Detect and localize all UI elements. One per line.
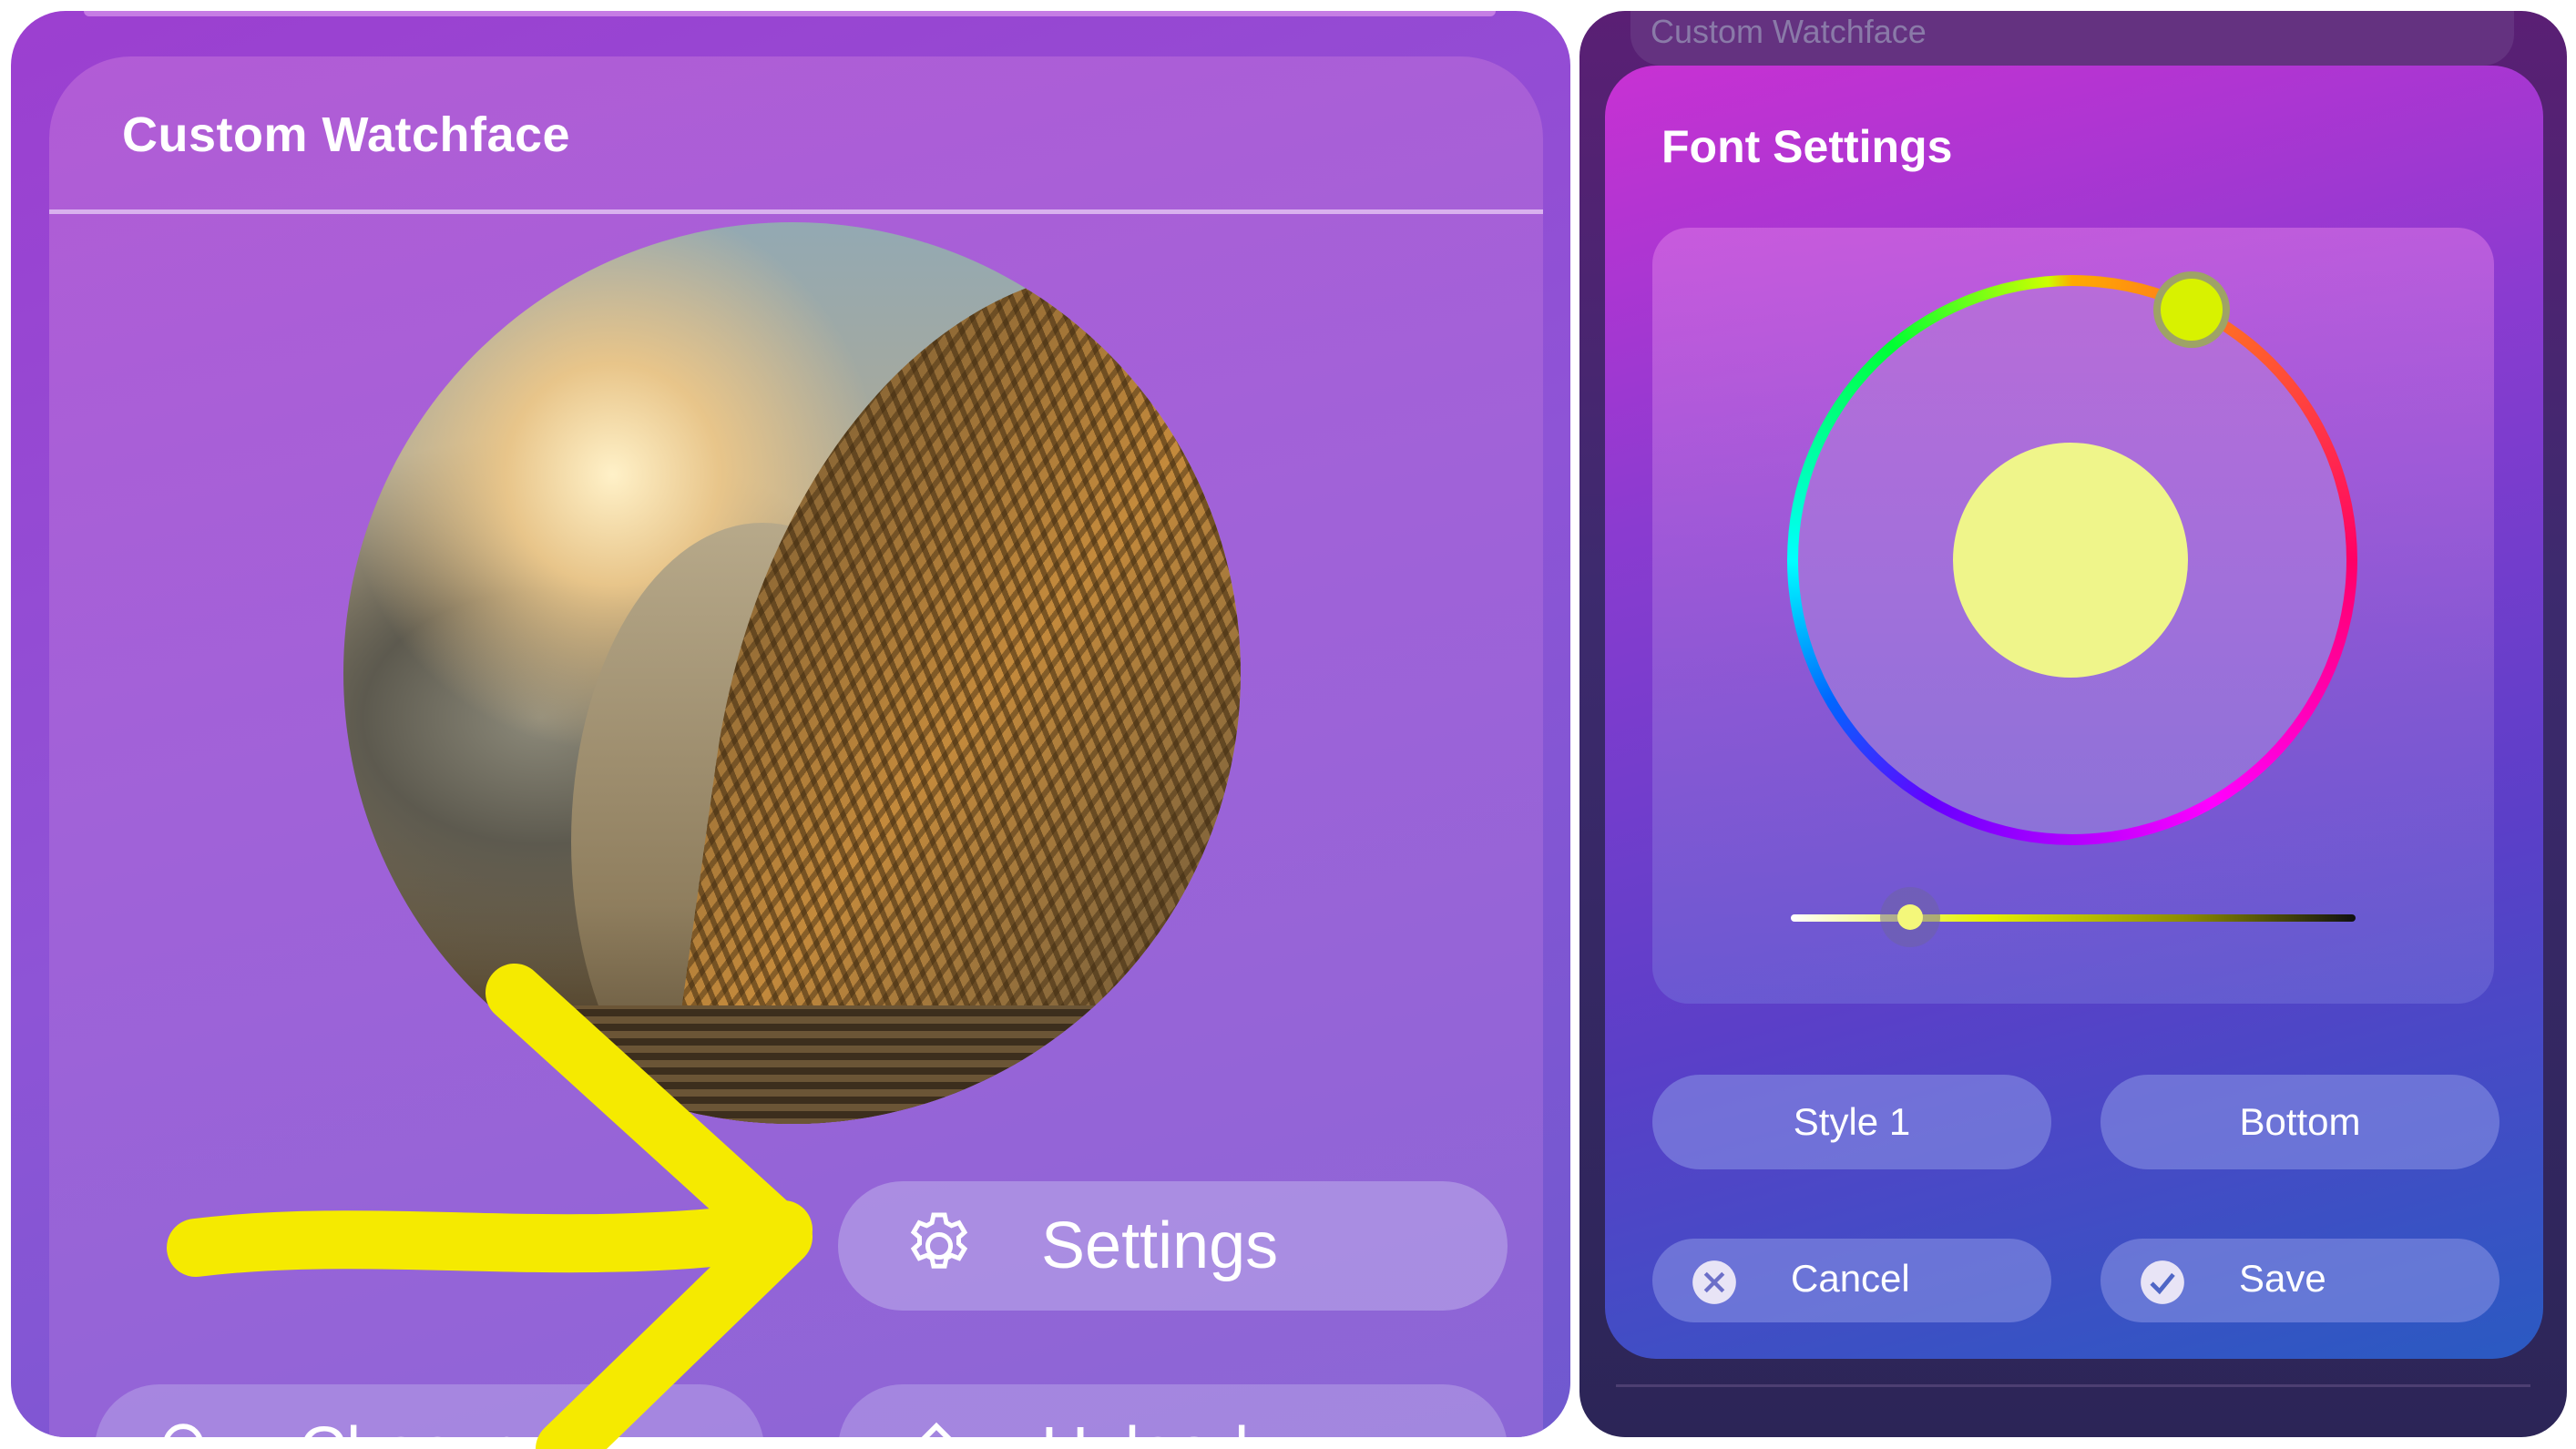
check-circle-icon [2141, 1260, 2184, 1304]
selected-color-swatch [1953, 443, 2188, 678]
position-label: Bottom [2239, 1100, 2361, 1143]
background-title: Custom Watchface [1651, 13, 1927, 50]
annotation-arrow [167, 964, 813, 1449]
divider [1616, 1384, 2530, 1387]
font-settings-dialog: Font Settings Style 1 Bottom Cancel Save [1605, 66, 2543, 1359]
save-label: Save [2239, 1257, 2326, 1300]
brightness-slider[interactable] [1791, 914, 2356, 922]
font-settings-screen: Custom Watchface Font Settings Style 1 B… [1579, 11, 2567, 1437]
dialog-title: Font Settings [1661, 121, 1953, 172]
save-button[interactable]: Save [2101, 1239, 2499, 1322]
position-button[interactable]: Bottom [2101, 1075, 2499, 1169]
cancel-label: Cancel [1791, 1257, 1910, 1300]
hue-wheel-handle[interactable] [2153, 271, 2230, 348]
close-circle-icon [1692, 1260, 1736, 1304]
style-label: Style 1 [1793, 1100, 1911, 1143]
color-picker [1652, 228, 2494, 1004]
cancel-button[interactable]: Cancel [1652, 1239, 2051, 1322]
style-button[interactable]: Style 1 [1652, 1075, 2051, 1169]
brightness-slider-thumb[interactable] [1880, 887, 1940, 947]
